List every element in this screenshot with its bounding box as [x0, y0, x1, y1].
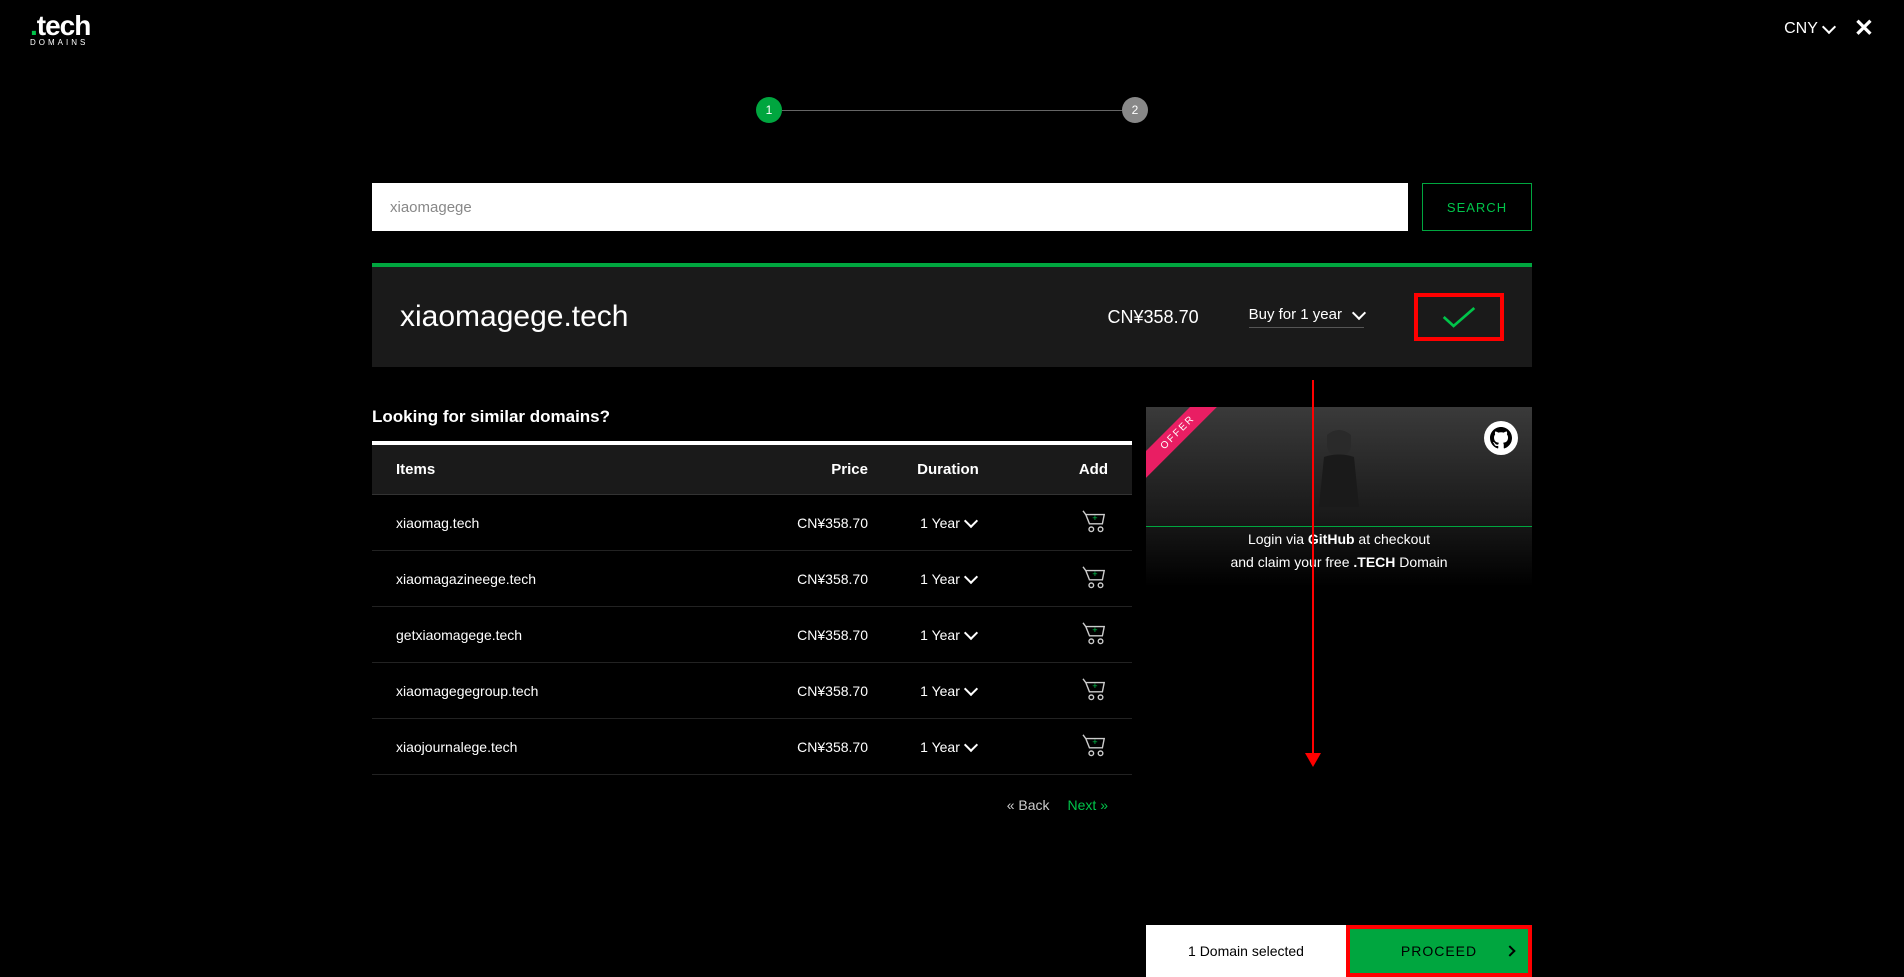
row-price: CN¥358.70 [728, 683, 868, 699]
row-price: CN¥358.70 [728, 515, 868, 531]
chevron-down-icon [964, 570, 978, 584]
selected-count: 1 Domain selected [1146, 925, 1346, 977]
close-icon[interactable]: ✕ [1854, 14, 1874, 43]
pagination-next[interactable]: Next » [1068, 797, 1108, 813]
row-domain: xiaojournalege.tech [396, 739, 728, 755]
github-logo-icon [1490, 427, 1512, 449]
github-icon [1484, 421, 1518, 455]
two-column: Looking for similar domains? Items Price… [372, 407, 1532, 835]
step-2: 2 [1122, 97, 1148, 123]
chevron-down-icon [964, 626, 978, 640]
table-row: xiaomagazineege.techCN¥358.701 Year + [372, 551, 1132, 607]
annotation-arrow-line [1312, 380, 1314, 758]
proceed-button[interactable]: PROCEED [1346, 925, 1532, 977]
row-domain: getxiaomagege.tech [396, 627, 728, 643]
promo-text: Login via GitHub at checkout and claim y… [1146, 528, 1532, 573]
offer-banner: OFFER [1146, 407, 1228, 483]
header: .tech DOMAINS CNY ✕ [0, 0, 1904, 57]
proceed-label: PROCEED [1401, 943, 1477, 959]
row-duration[interactable]: 1 Year [868, 627, 1028, 643]
main-container: SEARCH xiaomagege.tech CN¥358.70 Buy for… [372, 183, 1532, 977]
annotation-arrow-head [1305, 753, 1321, 767]
svg-text:+: + [1092, 513, 1097, 523]
table-row: xiaomagegegroup.techCN¥358.701 Year + [372, 663, 1132, 719]
chevron-right-icon [1504, 945, 1515, 956]
buy-duration-label: Buy for 1 year [1249, 306, 1342, 323]
chevron-down-icon [964, 682, 978, 696]
step-1: 1 [756, 97, 782, 123]
row-add[interactable]: + [1028, 565, 1108, 592]
table-row: xiaomag.techCN¥358.701 Year + [372, 495, 1132, 551]
table-header: Items Price Duration Add [372, 445, 1132, 495]
chevron-down-icon [964, 738, 978, 752]
similar-heading: Looking for similar domains? [372, 407, 1132, 427]
svg-text:+: + [1092, 569, 1097, 579]
cart-icon: + [1082, 733, 1108, 757]
row-domain: xiaomagegegroup.tech [396, 683, 728, 699]
promo-column: OFFER Login via GitHub at checkout [1146, 407, 1532, 835]
table-row: getxiaomagege.techCN¥358.701 Year + [372, 607, 1132, 663]
row-duration[interactable]: 1 Year [868, 571, 1028, 587]
search-button[interactable]: SEARCH [1422, 183, 1532, 231]
cart-icon: + [1082, 509, 1108, 533]
table-row: xiaojournalege.techCN¥358.701 Year + [372, 719, 1132, 775]
currency-selector[interactable]: CNY [1784, 20, 1834, 38]
row-domain: xiaomag.tech [396, 515, 728, 531]
promo-divider [1146, 526, 1532, 527]
row-add[interactable]: + [1028, 733, 1108, 760]
similar-domains-section: Looking for similar domains? Items Price… [372, 407, 1132, 835]
pagination-back[interactable]: « Back [1007, 797, 1050, 813]
check-icon [1441, 305, 1477, 329]
currency-label: CNY [1784, 20, 1818, 38]
row-price: CN¥358.70 [728, 739, 868, 755]
progress-stepper: 1 2 [0, 97, 1904, 123]
cart-icon: + [1082, 677, 1108, 701]
row-add[interactable]: + [1028, 621, 1108, 648]
pagination: « Back Next » [372, 775, 1132, 835]
add-to-cart-check[interactable] [1414, 293, 1504, 341]
result-domain: xiaomagege.tech [400, 300, 629, 334]
svg-text:+: + [1092, 737, 1097, 747]
step-line [782, 110, 1122, 111]
logo[interactable]: .tech DOMAINS [30, 10, 90, 47]
row-duration[interactable]: 1 Year [868, 739, 1028, 755]
row-price: CN¥358.70 [728, 627, 868, 643]
header-right: CNY ✕ [1784, 14, 1874, 43]
row-duration[interactable]: 1 Year [868, 515, 1028, 531]
row-add[interactable]: + [1028, 677, 1108, 704]
col-header-price: Price [728, 461, 868, 478]
chevron-down-icon [1822, 20, 1836, 34]
col-header-duration: Duration [868, 461, 1028, 478]
chevron-down-icon [1352, 306, 1366, 320]
col-header-items: Items [396, 461, 728, 478]
row-domain: xiaomagazineege.tech [396, 571, 728, 587]
svg-text:+: + [1092, 681, 1097, 691]
row-duration[interactable]: 1 Year [868, 683, 1028, 699]
svg-text:+: + [1092, 625, 1097, 635]
buy-duration-select[interactable]: Buy for 1 year [1249, 306, 1364, 328]
cart-icon: + [1082, 621, 1108, 645]
search-row: SEARCH [372, 183, 1532, 231]
row-price: CN¥358.70 [728, 571, 868, 587]
cart-icon: + [1082, 565, 1108, 589]
chevron-down-icon [964, 514, 978, 528]
row-add[interactable]: + [1028, 509, 1108, 536]
logo-dot: . [30, 10, 37, 41]
promo-card[interactable]: OFFER Login via GitHub at checkout [1146, 407, 1532, 587]
result-card: xiaomagege.tech CN¥358.70 Buy for 1 year [372, 267, 1532, 367]
footer-bar: 1 Domain selected PROCEED [1146, 925, 1532, 977]
result-right: CN¥358.70 Buy for 1 year [1108, 293, 1504, 341]
search-input[interactable] [372, 183, 1408, 231]
result-price: CN¥358.70 [1108, 307, 1199, 328]
logo-subtext: DOMAINS [30, 38, 88, 47]
col-header-add: Add [1028, 461, 1108, 478]
silhouette-icon [1279, 417, 1399, 527]
